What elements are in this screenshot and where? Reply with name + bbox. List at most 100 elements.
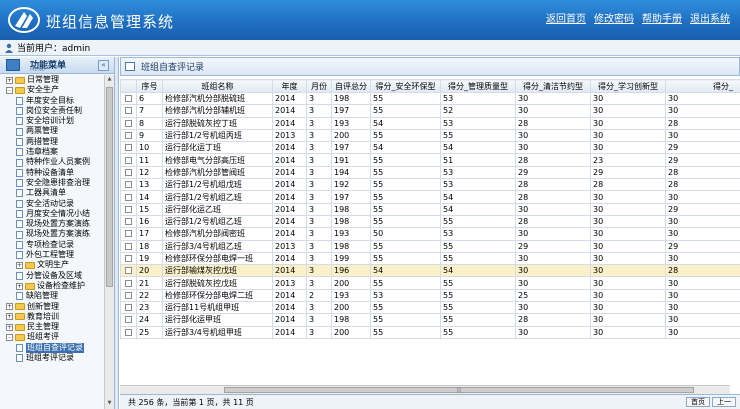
sidebar-item[interactable]: 安全隐患排查治理 [0, 178, 104, 188]
table-row[interactable]: 23 运行部11号机组甲班 2014 3 200 55 55 30 30 30 [120, 301, 740, 315]
sidebar-item[interactable]: 工器具清单 [0, 188, 104, 198]
table-row[interactable]: 8 运行部脱硫灰控丁班 2014 3 193 54 53 28 30 28 [120, 116, 740, 130]
column-header[interactable]: 得分_清洁节约型 [515, 79, 591, 93]
row-checkbox[interactable] [125, 304, 132, 312]
table-row[interactable]: 9 运行部1/2号机组丙班 2013 3 200 55 55 30 30 30 [120, 128, 740, 143]
row-checkbox[interactable] [125, 267, 132, 275]
table-row[interactable]: 13 运行部1/2号机组戊班 2014 3 192 55 53 28 28 28 [120, 178, 740, 192]
column-header[interactable]: 年度 [272, 79, 307, 93]
column-header[interactable]: 班组名称 [162, 79, 273, 93]
expand-icon[interactable]: + [6, 303, 13, 311]
sidebar-item[interactable]: 月度安全情况小结 [0, 209, 104, 219]
sidebar-item[interactable]: + 民主管理 [0, 322, 104, 332]
table-row[interactable]: 24 运行部化运甲班 2014 3 198 55 55 28 30 30 [120, 313, 740, 327]
sidebar-item[interactable]: + 日常管理 [0, 75, 104, 85]
sidebar-item[interactable]: 班组考评记录 [0, 353, 104, 363]
expand-icon[interactable]: + [6, 313, 13, 321]
sidebar-item[interactable]: 两票管理 [0, 126, 104, 136]
table-row[interactable]: 21 运行部脱硫灰控戊班 2013 3 200 55 55 30 30 30 [120, 276, 740, 290]
first-page-button[interactable]: 首页 [686, 397, 710, 407]
table-row[interactable]: 7 检修部汽机分部辅机班 2014 3 197 55 52 30 30 30 [120, 104, 740, 118]
row-checkbox[interactable] [125, 181, 132, 189]
sidebar-item[interactable]: 岗位安全责任制 [0, 106, 104, 116]
table-row[interactable]: 6 检修部汽机分部脱硫班 2014 3 198 55 53 30 30 30 [120, 91, 740, 106]
logout-link[interactable]: 退出系统 [690, 10, 730, 25]
panel-splitter[interactable] [115, 57, 119, 409]
expand-icon[interactable]: + [6, 76, 13, 84]
row-checkbox[interactable] [125, 255, 132, 262]
sidebar-item[interactable]: 外包工程管理 [0, 250, 104, 260]
row-checkbox[interactable] [125, 291, 132, 299]
collapse-sidebar-button[interactable]: « [98, 60, 109, 71]
column-header[interactable]: 得分_ [665, 79, 740, 93]
table-row[interactable]: 18 运行部3/4号机组乙班 2013 3 198 55 55 29 30 29 [120, 239, 740, 253]
scroll-down-icon[interactable]: ▼ [106, 400, 113, 408]
sidebar-scroll-thumb[interactable] [106, 87, 113, 287]
row-checkbox[interactable] [125, 205, 132, 213]
sidebar-scrollbar[interactable]: ▲ ▼ [104, 75, 114, 409]
sidebar-item[interactable]: 专项检查记录 [0, 240, 104, 250]
sidebar-item[interactable]: + 创新管理 [0, 302, 104, 312]
table-row[interactable]: 25 运行部3/4号机组甲班 2014 3 200 55 55 30 30 30 [120, 325, 740, 339]
row-checkbox[interactable] [125, 193, 132, 201]
sidebar-item[interactable]: 年度安全目标 [0, 96, 104, 106]
table-row[interactable]: 20 运行部输煤灰控戊班 2014 3 196 54 54 30 30 28 [120, 264, 740, 278]
change-password-link[interactable]: 修改密码 [594, 10, 634, 25]
row-checkbox[interactable] [125, 119, 132, 127]
collapse-icon[interactable]: - [6, 86, 13, 94]
column-header[interactable]: 序号 [136, 79, 163, 93]
sidebar-item[interactable]: 安全培训计划 [0, 116, 104, 126]
row-checkbox[interactable] [125, 316, 132, 324]
row-checkbox[interactable] [125, 144, 132, 152]
row-checkbox[interactable] [125, 132, 132, 140]
sidebar-item[interactable]: 特种作业人员案例 [0, 157, 104, 167]
row-checkbox[interactable] [125, 218, 132, 226]
sidebar-item[interactable]: 现场处置方案演练 [0, 229, 104, 239]
sidebar-item[interactable]: + 设备检查维护 [0, 281, 104, 291]
grid-hscroll-thumb[interactable]: ||| [224, 387, 694, 393]
sidebar-item[interactable]: 分管设备及区域 [0, 271, 104, 281]
column-header[interactable]: 自评总分 [331, 79, 371, 93]
row-checkbox[interactable] [125, 328, 132, 336]
sidebar-item[interactable]: 违章档案 [0, 147, 104, 157]
row-checkbox[interactable] [125, 95, 132, 103]
table-row[interactable]: 12 检修部汽机分部管阀班 2014 3 194 55 53 29 29 28 [120, 165, 740, 180]
column-header[interactable]: 得分_安全环保型 [370, 79, 441, 93]
row-checkbox[interactable] [125, 242, 132, 250]
expand-icon[interactable]: + [16, 282, 23, 290]
expand-icon[interactable]: + [6, 323, 13, 331]
table-row[interactable]: 22 检修部环保分部电焊二班 2014 2 193 53 55 25 30 30 [120, 288, 740, 303]
home-link[interactable]: 返回首页 [546, 10, 586, 25]
table-row[interactable]: 14 运行部1/2号机组乙班 2014 3 197 55 54 28 30 30 [120, 190, 740, 204]
table-row[interactable]: 10 运行部化运丁班 2014 3 197 54 54 30 30 29 [120, 141, 740, 155]
sidebar-item[interactable]: - 安全生产 [0, 85, 104, 95]
row-checkbox[interactable] [125, 230, 132, 238]
column-header[interactable]: 月份 [306, 79, 332, 93]
sidebar-item[interactable]: 班组自查评记录 [0, 342, 104, 354]
table-row[interactable]: 19 检修部环保分部电焊一班 2014 3 199 55 55 30 30 30 [120, 251, 740, 266]
sidebar-item[interactable]: - 班组考评 [0, 332, 104, 342]
row-checkbox[interactable] [125, 279, 132, 287]
sidebar-item[interactable]: 特种设备清单 [0, 168, 104, 178]
column-header[interactable]: 得分_学习创新型 [590, 79, 666, 93]
prev-page-button[interactable]: 上一 [712, 397, 736, 407]
sidebar-item[interactable]: 两措管理 [0, 137, 104, 147]
sidebar-item[interactable]: + 教育培训 [0, 312, 104, 322]
collapse-icon[interactable]: - [6, 334, 13, 342]
row-checkbox[interactable] [125, 107, 132, 115]
row-checkbox[interactable] [125, 156, 132, 164]
table-row[interactable]: 15 运行部化运乙班 2014 3 198 55 54 30 30 29 [120, 202, 740, 216]
sidebar-item[interactable]: 现场处置方案演练 [0, 219, 104, 229]
sidebar-item[interactable]: + 文明生产 [0, 260, 104, 270]
table-row[interactable]: 11 检修部电气分部高压班 2014 3 191 55 51 28 23 29 [120, 153, 740, 167]
column-header[interactable]: 得分_管理质量型 [440, 79, 516, 93]
grid-hscrollbar[interactable]: ||| [120, 385, 730, 394]
help-link[interactable]: 帮助手册 [642, 10, 682, 25]
scroll-up-icon[interactable]: ▲ [106, 76, 113, 84]
expand-icon[interactable]: + [16, 261, 23, 269]
table-row[interactable]: 17 检修部汽机分部阀密班 2014 3 193 50 53 30 30 30 [120, 227, 740, 241]
sidebar-item[interactable]: 缺陷管理 [0, 291, 104, 301]
row-checkbox[interactable] [125, 168, 132, 176]
sidebar-item[interactable]: 安全活动记录 [0, 199, 104, 209]
table-row[interactable]: 16 运行部1/2号机组乙班 2014 3 198 55 55 28 30 30 [120, 214, 740, 229]
